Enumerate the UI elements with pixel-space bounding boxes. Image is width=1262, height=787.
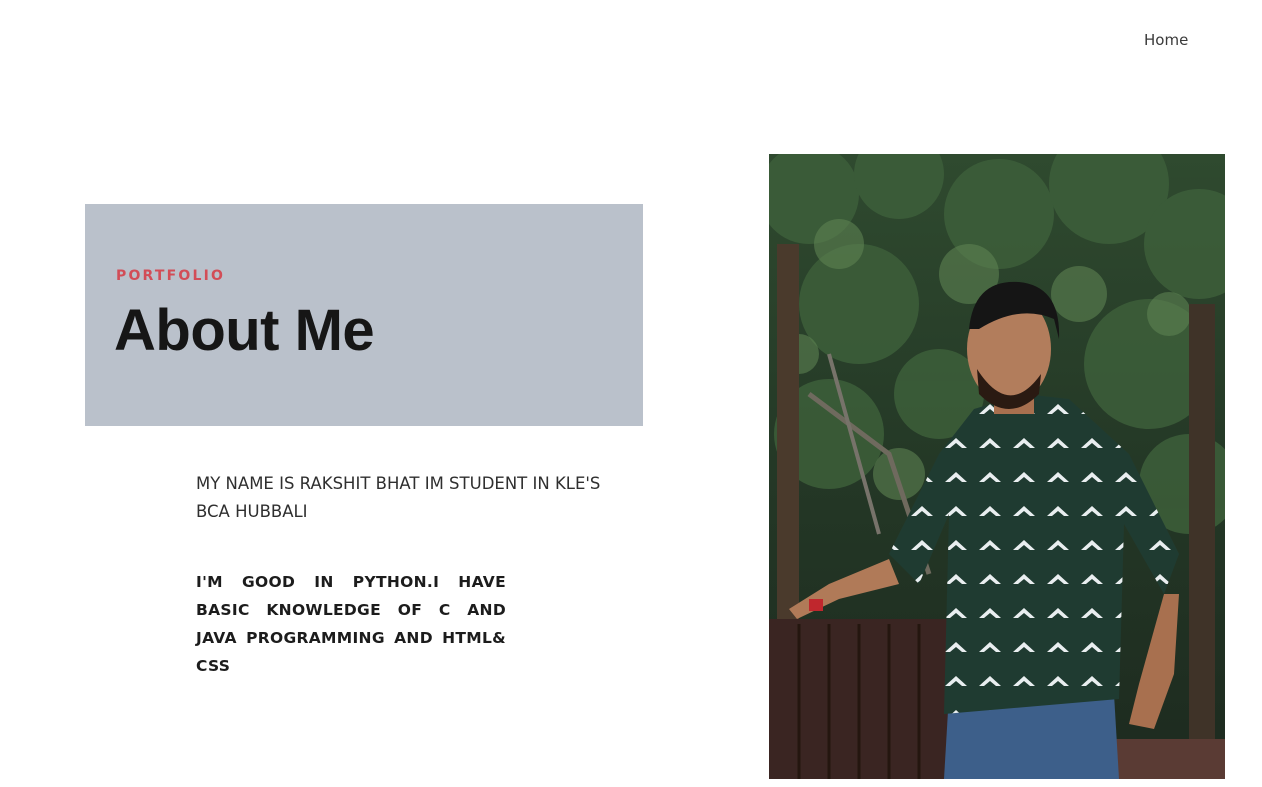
portfolio-eyebrow: PORTFOLIO [116, 268, 226, 284]
profile-photo [769, 154, 1225, 779]
skills-text: I'M GOOD IN PYTHON.I HAVE BASIC KNOWLEDG… [196, 573, 506, 675]
hero-panel: PORTFOLIO About Me [85, 204, 643, 426]
nav-home-link[interactable]: Home [1144, 30, 1188, 50]
intro-text: MY NAME IS RAKSHIT BHAT IM STUDENT IN KL… [196, 474, 601, 521]
page-title: About Me [114, 298, 375, 363]
about-page: Home PORTFOLIO About Me MY NAME IS RAKSH… [0, 0, 1262, 787]
